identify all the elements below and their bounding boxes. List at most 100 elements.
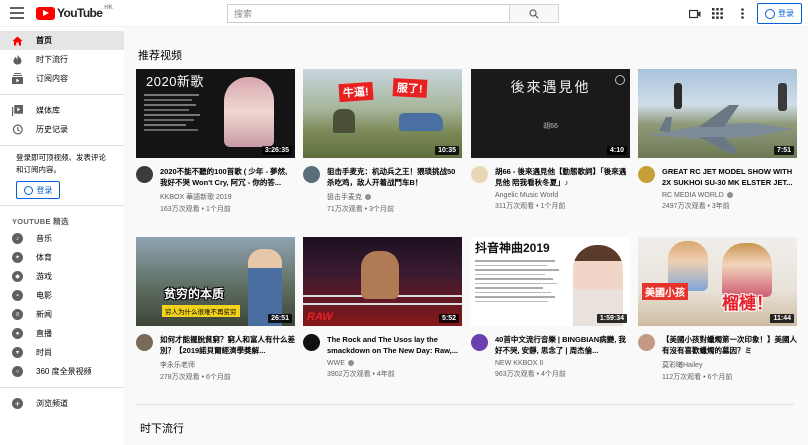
video-meta: The Rock and The Usos lay the smackdown …: [303, 334, 462, 379]
sidebar-item-360-video[interactable]: ○ 360 度全景视频: [0, 362, 124, 381]
video-thumbnail[interactable]: RAW 5:52: [303, 237, 462, 326]
channel-avatar[interactable]: [471, 334, 488, 351]
channel-avatar[interactable]: [638, 334, 655, 351]
news-icon: ≡: [12, 309, 23, 320]
thumbnail-ring-rope: [303, 303, 462, 305]
sidebar-item-label: 电影: [36, 291, 52, 300]
youtube-logo[interactable]: YouTube HK: [36, 5, 113, 20]
logo-text: YouTube: [57, 6, 103, 20]
360-video-icon: ○: [12, 366, 23, 377]
more-vert-icon[interactable]: [736, 7, 749, 20]
sidebar-divider: [0, 94, 124, 95]
thumbnail-text: 贫穷的本质: [164, 287, 225, 301]
sidebar-item-label: 历史记录: [36, 125, 68, 134]
video-duration: 1:59:34: [596, 314, 627, 323]
channel-name[interactable]: RC MEDIA WORLD: [662, 192, 797, 199]
channel-name[interactable]: 狙击手麦克: [327, 192, 462, 202]
video-meta: 2020不能不聽的100首歌 ( 少年 - 夢然, 我好不哭 Won't Cry…: [136, 166, 295, 214]
video-card[interactable]: 7:51 GREAT RC JET MODEL SHOW WITH 2X SUK…: [638, 69, 797, 211]
video-title[interactable]: 如何才能擺脫貧窮？窮人和富人有什么差別？【2019諾貝爾經濟學獎解...: [160, 334, 295, 356]
video-info: 2020不能不聽的100首歌 ( 少年 - 夢然, 我好不哭 Won't Cry…: [160, 166, 295, 214]
thumbnail-text: 後來遇見他: [510, 80, 591, 96]
sidebar-item-music[interactable]: ♪ 音乐: [0, 229, 124, 248]
thumbnail-tracklist: [475, 257, 563, 305]
video-card[interactable]: 美國小孩 榴槤！ 11:44 【美國小孩對蠟燭第一次印象！】美國人有沒有喜歡蠟燭…: [638, 237, 797, 382]
sidebar-item-live[interactable]: ● 直播: [0, 324, 124, 343]
video-meta: GREAT RC JET MODEL SHOW WITH 2X SUKHOI S…: [638, 166, 797, 211]
video-thumbnail[interactable]: 贫穷的本质 穷人为什么很难不再贫穷 26:51: [136, 237, 295, 326]
video-thumbnail[interactable]: 2020新歌 3:26:35: [136, 69, 295, 158]
video-card[interactable]: 後來遇見他 胡66 4:10 胡66 - 後來遇見他【動態歌詞】「後來遇見他 陪…: [471, 69, 630, 211]
channel-avatar[interactable]: [303, 334, 320, 351]
channel-avatar[interactable]: [638, 166, 655, 183]
menu-icon[interactable]: [10, 7, 24, 19]
channel-avatar[interactable]: [136, 166, 153, 183]
create-video-icon[interactable]: [688, 7, 701, 20]
video-stats: 278万次观看 • 6个月前: [160, 374, 231, 381]
sidebar-divider: [0, 145, 124, 146]
sidebar-signin-button[interactable]: 登录: [16, 181, 60, 199]
video-title[interactable]: The Rock and The Usos lay the smackdown …: [327, 334, 462, 356]
signin-label: 登录: [36, 185, 53, 195]
sidebar-section-title: YOUTUBE 精选: [12, 217, 69, 226]
video-stats: 963万次观看 • 4个月前: [495, 371, 566, 378]
video-thumbnail[interactable]: 7:51: [638, 69, 797, 158]
channel-name[interactable]: 李永乐老师: [160, 360, 295, 370]
sidebar-item-gaming[interactable]: ◆ 游戏: [0, 267, 124, 286]
channel-avatar[interactable]: [303, 166, 320, 183]
video-title[interactable]: 40首中文流行音樂 | BINGBIAN病變, 我好不哭, 安靜, 思念了 | …: [495, 334, 630, 356]
sidebar-item-trending[interactable]: 时下流行: [0, 50, 124, 69]
channel-avatar[interactable]: [136, 334, 153, 351]
sidebar-item-sports[interactable]: ✦ 体育: [0, 248, 124, 267]
search-button[interactable]: [509, 4, 559, 23]
signin-prompt-text: 登录即可顶视频、发表评论和订阅内容。: [16, 153, 106, 174]
video-title[interactable]: 2020不能不聽的100首歌 ( 少年 - 夢然, 我好不哭 Won't Cry…: [160, 166, 295, 188]
top-bar: YouTube HK 登录: [0, 0, 808, 27]
thumbnail-portrait: [224, 77, 274, 147]
sidebar-item-history[interactable]: 历史记录: [0, 120, 124, 139]
signin-button[interactable]: 登录: [757, 3, 802, 24]
channel-name[interactable]: WWE: [327, 360, 462, 367]
sidebar-item-subscriptions[interactable]: 订阅内容: [0, 69, 124, 88]
search-input[interactable]: [227, 4, 509, 23]
channel-name[interactable]: NEW KKBOX II: [495, 360, 630, 367]
video-duration: 26:51: [268, 314, 292, 323]
video-thumbnail[interactable]: 美國小孩 榴槤！ 11:44: [638, 237, 797, 326]
video-info: The Rock and The Usos lay the smackdown …: [327, 334, 462, 379]
thumbnail-text: 美國小孩: [642, 283, 688, 300]
channel-avatar[interactable]: [471, 166, 488, 183]
thumbnail-soldier: [333, 109, 355, 133]
search-bar: [227, 4, 559, 23]
video-thumbnail[interactable]: 後來遇見他 胡66 4:10: [471, 69, 630, 158]
sidebar-item-home[interactable]: 首页: [0, 31, 124, 50]
video-stats: 112万次观看 • 6个月前: [662, 374, 733, 381]
video-card[interactable]: 贫穷的本质 穷人为什么很难不再贫穷 26:51 如何才能擺脫貧窮？窮人和富人有什…: [136, 237, 295, 382]
sidebar-item-library[interactable]: 媒体库: [0, 101, 124, 120]
video-title[interactable]: 狙击手麦克：机动兵之王！猥琐挑战50杀吃鸡，敌人开着战鬥车B！: [327, 166, 462, 188]
sidebar-item-fashion[interactable]: ▾ 时尚: [0, 343, 124, 362]
video-card[interactable]: 2020新歌 3:26:35 2020不能不聽的100首歌 ( 少年 - 夢然,…: [136, 69, 295, 214]
history-icon: [12, 124, 23, 135]
video-title[interactable]: 胡66 - 後來遇見他【動態歌詞】「後來遇見他 陪我看秋冬夏」♪: [495, 166, 630, 188]
channel-name-text: NEW KKBOX II: [495, 360, 544, 367]
video-card[interactable]: 牛逼! 服了! 10:35 狙击手麦克：机动兵之王！猥琐挑战50杀吃鸡，敌人开着…: [303, 69, 462, 214]
channel-name-text: RC MEDIA WORLD: [662, 192, 724, 199]
sidebar-item-news[interactable]: ≡ 新闻: [0, 305, 124, 324]
video-title[interactable]: GREAT RC JET MODEL SHOW WITH 2X SUKHOI S…: [662, 166, 797, 188]
video-card[interactable]: 抖音神曲2019 1:59:34 40首中文流行音樂 | BINGBIAN病變,…: [471, 237, 630, 379]
channel-name[interactable]: Angelic Music World: [495, 192, 630, 199]
signin-label: 登录: [778, 9, 794, 18]
video-card[interactable]: RAW 5:52 The Rock and The Usos lay the s…: [303, 237, 462, 379]
video-thumbnail[interactable]: 牛逼! 服了! 10:35: [303, 69, 462, 158]
video-thumbnail[interactable]: 抖音神曲2019 1:59:34: [471, 237, 630, 326]
video-title[interactable]: 【美國小孩對蠟燭第一次印象！】美國人有沒有喜歡蠟燭的墓因？ミ: [662, 334, 797, 356]
channel-name[interactable]: 莫彩曦Hailey: [662, 360, 797, 370]
sidebar-item-movies[interactable]: ▪ 电影: [0, 286, 124, 305]
sidebar-item-browse-channels[interactable]: + 浏览频道: [0, 394, 124, 413]
channel-name[interactable]: KKBOX 華語新歌 2019: [160, 192, 295, 202]
account-icon: [23, 185, 33, 195]
apps-grid-icon[interactable]: [711, 7, 724, 20]
thumbnail-car: [399, 113, 443, 131]
video-info: 【美國小孩對蠟燭第一次印象！】美國人有沒有喜歡蠟燭的墓因？ミ 莫彩曦Hailey…: [662, 334, 797, 382]
channel-name-text: 李永乐老师: [160, 362, 195, 369]
